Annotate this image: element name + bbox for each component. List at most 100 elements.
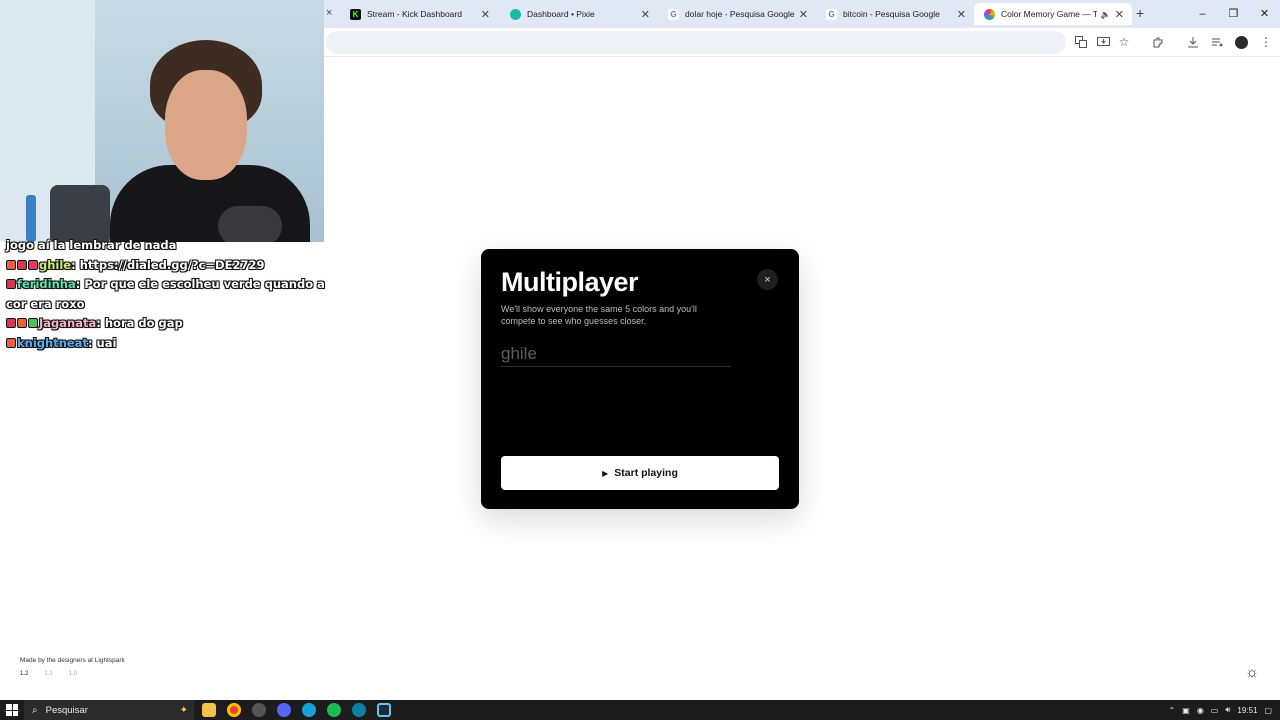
chat-message: knightneat: uai (6, 334, 326, 354)
file-explorer-icon[interactable] (202, 703, 216, 717)
close-icon[interactable]: × (757, 269, 778, 290)
tab-bitcoin[interactable]: G bitcoin - Pesquisa Google ✕ (816, 3, 974, 25)
tab-pixie-dashboard[interactable]: Dashboard • Pixie ✕ (500, 3, 658, 25)
start-playing-button[interactable]: ▶ Start playing (501, 456, 779, 490)
version-switcher: 1.2 1.1 1.0 (20, 671, 77, 677)
chat-text: jogo aí la lembrar de nada (6, 238, 177, 252)
tab-close-icon[interactable]: ✕ (957, 8, 966, 21)
start-playing-label: Start playing (614, 467, 678, 479)
chat-badge-icon (6, 337, 16, 348)
windows-start-icon[interactable] (6, 704, 18, 716)
tab-close-icon[interactable]: ✕ (481, 8, 490, 21)
modal-title: Multiplayer (501, 267, 639, 297)
bookmark-star-icon[interactable]: ☆ (1116, 34, 1132, 50)
play-icon: ▶ (602, 468, 609, 478)
edge-dev-icon[interactable] (352, 703, 366, 717)
chat-badge-icon (6, 259, 16, 270)
edge-icon[interactable] (302, 703, 316, 717)
app-icon[interactable] (252, 703, 266, 717)
google-icon: G (826, 8, 837, 20)
taskbar: ⌕ Pesquisar ✦ ⌃ ▣ ◉ ▭ 🔊︎ 19:51 ▢ (0, 700, 1280, 720)
google-icon: G (668, 8, 679, 20)
window-controls: – ❐ ✕ (1187, 0, 1280, 28)
tray-app-icon[interactable]: ▣ (1182, 706, 1190, 715)
version-link[interactable]: 1.0 (69, 671, 77, 677)
tab-color-memory-game[interactable]: Color Memory Game — Te 🔈 ✕ (974, 3, 1132, 25)
stream-chat-overlay: jogo aí la lembrar de nada ghile: https:… (6, 236, 326, 353)
address-bar[interactable] (326, 31, 1066, 54)
tab-title: bitcoin - Pesquisa Google (843, 9, 940, 19)
screen: × K Stream - Kick Dashboard ✕ Dashboard … (0, 0, 1280, 720)
chat-text: hora do gap (104, 316, 183, 330)
webcam-chair (50, 185, 110, 242)
download-icon[interactable] (1185, 34, 1201, 50)
tab-close-icon[interactable]: ✕ (641, 8, 650, 21)
restore-icon[interactable]: ❐ (1218, 0, 1249, 28)
network-icon[interactable]: ▭ (1211, 706, 1219, 715)
minimize-icon[interactable]: – (1187, 0, 1218, 28)
color-memory-icon (984, 8, 995, 20)
taskbar-apps (202, 703, 391, 717)
chat-username: Jaganata (39, 316, 97, 330)
player-name-input[interactable] (501, 341, 731, 367)
more-menu-icon[interactable]: ⋮ (1258, 34, 1274, 50)
kick-icon: K (350, 8, 361, 20)
translate-icon[interactable] (1073, 34, 1089, 50)
extensions-icon[interactable] (1150, 34, 1166, 50)
taskbar-search[interactable]: ⌕ Pesquisar ✦ (24, 700, 194, 720)
chat-badge-icon (28, 259, 38, 270)
taskbar-search-label: Pesquisar (45, 704, 88, 716)
tab-dolar-hoje[interactable]: G dolar hoje - Pesquisa Google ✕ (658, 3, 816, 25)
speaker-icon[interactable]: 🔈 (1101, 10, 1111, 19)
notifications-icon[interactable]: ▢ (1264, 706, 1272, 715)
chat-badge-icon (6, 318, 16, 328)
version-link[interactable]: 1.2 (20, 671, 28, 677)
tab-close-icon[interactable]: ✕ (1115, 8, 1124, 21)
tab-title: Dashboard • Pixie (527, 9, 595, 19)
spotify-icon[interactable] (327, 703, 341, 717)
modal-description: We'll show everyone the same 5 colors an… (501, 304, 697, 326)
steam-icon[interactable] (377, 703, 391, 717)
chat-message: feridinha: Por que ele escolheu verde qu… (6, 277, 325, 311)
install-app-icon[interactable] (1095, 34, 1111, 50)
close-window-icon[interactable]: ✕ (1249, 0, 1280, 28)
chat-message: ghile: https://dialed.gg/?c=DE2729 (6, 256, 326, 276)
chat-username: knightneat (17, 335, 88, 350)
chat-badge-icon (6, 279, 16, 289)
chat-message: Jaganata: hora do gap (6, 314, 326, 334)
version-link[interactable]: 1.1 (44, 671, 52, 677)
chevron-up-icon[interactable]: ⌃ (1169, 706, 1176, 715)
sun-icon[interactable]: ☼ (1243, 663, 1261, 681)
profile-avatar[interactable] (1233, 34, 1249, 50)
tab-title: Stream - Kick Dashboard (367, 9, 462, 19)
chat-username: ghile (39, 257, 72, 272)
credit-text[interactable]: Made by the designers at Lightspark (20, 657, 125, 664)
tab-close-icon[interactable]: × (326, 7, 332, 19)
search-icon: ⌕ (32, 704, 38, 716)
tray-app-icon[interactable]: ◉ (1197, 706, 1204, 715)
tab-kick-dashboard[interactable]: K Stream - Kick Dashboard ✕ (340, 3, 498, 25)
volume-icon[interactable]: 🔊︎ (1225, 705, 1230, 715)
multiplayer-modal: Multiplayer × We'll show everyone the sa… (481, 249, 799, 509)
media-controls-icon[interactable] (1209, 34, 1225, 50)
tab-title: dolar hoje - Pesquisa Google (685, 9, 795, 19)
tab-close-icon[interactable]: ✕ (799, 8, 808, 21)
tab-title: Color Memory Game — Te (1001, 9, 1097, 19)
chat-badge-icon (17, 318, 27, 328)
new-tab-button[interactable]: + (1136, 5, 1144, 21)
webcam-person-face (165, 70, 247, 180)
chat-badge-icon (17, 259, 27, 270)
clock[interactable]: 19:51 (1237, 706, 1257, 715)
webcam-overlay (0, 0, 324, 242)
chat-text: https://dialed.gg/?c=DE2729 (79, 257, 265, 272)
chat-username: feridinha (17, 277, 76, 291)
pixie-icon (510, 8, 521, 20)
system-tray: ⌃ ▣ ◉ ▭ 🔊︎ 19:51 ▢ (1169, 700, 1272, 720)
webcam-bottle (26, 195, 36, 242)
chrome-icon[interactable] (227, 703, 241, 717)
chat-text: uai (96, 335, 117, 350)
chat-message: jogo aí la lembrar de nada (6, 236, 326, 256)
chat-badge-icon (28, 318, 38, 328)
copilot-sparkle-icon: ✦ (179, 704, 188, 716)
discord-icon[interactable] (277, 703, 291, 717)
